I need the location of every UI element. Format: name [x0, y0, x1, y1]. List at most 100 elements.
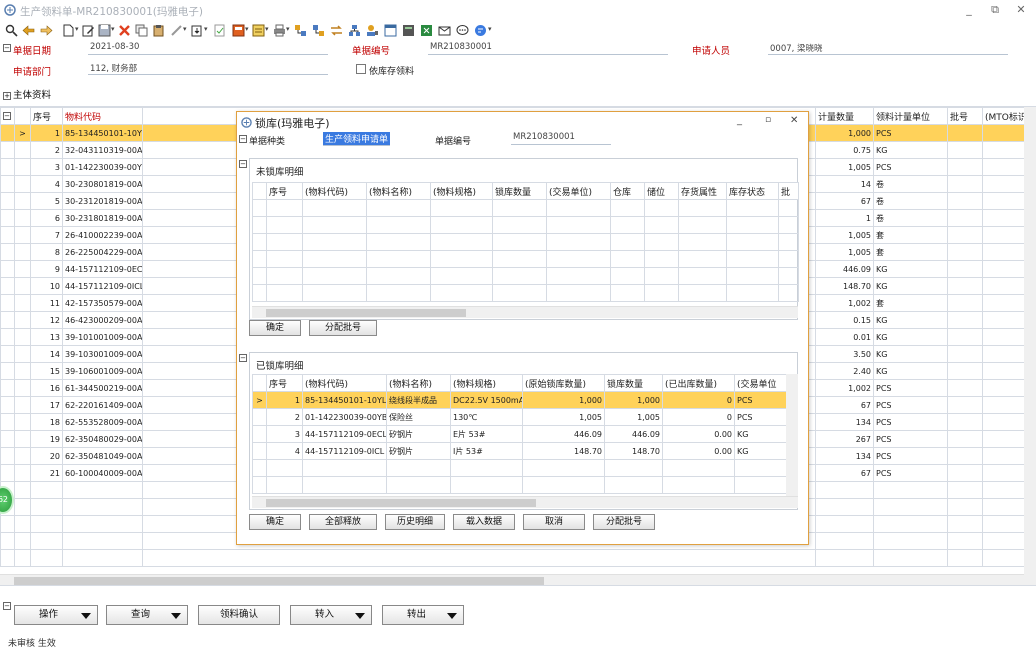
material-code[interactable]: 62-220161409-00A1 [62, 396, 143, 414]
locked-hscrollbar[interactable] [252, 496, 798, 508]
locked-orig-cell[interactable]: 1,005 [522, 408, 605, 426]
locked-name-cell[interactable]: 矽钢片 [386, 442, 451, 460]
hscroll-thumb[interactable] [14, 577, 544, 585]
unit-cell[interactable]: 套 [873, 243, 948, 261]
table-row[interactable]: 2 01-142230039-00YB 保险丝 130℃ 1,005 1,005 0 PCS [252, 408, 787, 426]
network-icon[interactable] [348, 24, 361, 37]
material-code[interactable]: 62-350480029-00A1 [62, 430, 143, 448]
qty-cell[interactable]: 1,005 [815, 226, 874, 244]
cancel-button[interactable]: 取消 [523, 514, 585, 530]
excel-icon[interactable] [420, 24, 433, 37]
locked-lock-cell[interactable]: 1,005 [604, 408, 663, 426]
locked-code-cell[interactable]: 44-157112109-0ICL [302, 442, 387, 460]
search-icon[interactable] [5, 24, 18, 37]
locked-lock-cell[interactable]: 1,000 [604, 391, 663, 409]
chevron-down-icon[interactable]: ▾ [488, 25, 492, 33]
col-header[interactable]: 仓库 [610, 182, 645, 200]
minimize-button[interactable]: _ [960, 3, 978, 16]
flow-back-icon[interactable] [312, 24, 325, 37]
locked-out-cell[interactable]: 0 [662, 391, 735, 409]
report-icon[interactable] [252, 24, 265, 37]
collapse-toggle-icon[interactable]: − [3, 44, 11, 52]
dialog-close-button[interactable]: ✕ [790, 115, 798, 126]
grid-corner[interactable]: − [0, 107, 15, 125]
dept-field[interactable]: 112, 财务部 [88, 62, 328, 75]
qty-cell[interactable]: 0.75 [815, 141, 874, 159]
applicant-field[interactable]: 0007, 梁晓晓 [768, 42, 1008, 55]
locked-out-cell[interactable]: 0 [662, 408, 735, 426]
unit-cell[interactable]: PCS [873, 379, 948, 397]
unlocked-ok-button[interactable]: 确定 [249, 320, 301, 336]
col-header[interactable]: 序号 [30, 107, 63, 125]
close-button[interactable]: ✕ [1012, 3, 1030, 16]
printer-icon[interactable] [273, 24, 286, 37]
unit-cell[interactable]: PCS [873, 396, 948, 414]
qty-cell[interactable]: 1,002 [815, 294, 874, 312]
col-header[interactable]: (交易单位 [734, 374, 787, 392]
book-icon[interactable] [232, 24, 245, 37]
confirm-button[interactable]: 领料确认 [198, 605, 280, 625]
collapse-toggle-icon[interactable]: − [3, 601, 11, 610]
col-header[interactable]: 序号 [266, 374, 303, 392]
unit-cell[interactable]: 套 [873, 226, 948, 244]
type-field[interactable]: 生产领料申请单 [323, 132, 391, 146]
col-header[interactable]: 批号 [947, 107, 983, 125]
import-icon[interactable] [191, 24, 204, 37]
locked-name-cell[interactable]: 绕线段半成品 [386, 391, 451, 409]
dialog-billno-field[interactable]: MR210830001 [511, 132, 611, 145]
material-code[interactable]: 01-142230039-00YB [62, 158, 143, 176]
unit-cell[interactable]: PCS [873, 430, 948, 448]
locked-orig-cell[interactable]: 1,000 [522, 391, 605, 409]
qty-cell[interactable]: 14 [815, 175, 874, 193]
chat-icon[interactable] [456, 24, 469, 37]
qty-cell[interactable]: 148.70 [815, 277, 874, 295]
collapse-toggle-icon[interactable]: − [3, 111, 11, 120]
qty-cell[interactable]: 0.15 [815, 311, 874, 329]
unlocked-alloc-button[interactable]: 分配批号 [309, 320, 377, 336]
locked-unit-cell[interactable]: PCS [734, 408, 787, 426]
restore-button[interactable]: ⧉ [986, 3, 1004, 17]
material-code[interactable]: 30-231201819-00A1 [62, 192, 143, 210]
material-code[interactable]: 32-043110319-00A1 [62, 141, 143, 159]
unit-cell[interactable]: 卷 [873, 209, 948, 227]
table-row[interactable]: 3 44-157112109-0ECL 矽钢片 E片 53# 446.09 446.09 0… [252, 425, 787, 443]
ok-button[interactable]: 确定 [249, 514, 301, 530]
locked-unit-cell[interactable]: PCS [734, 391, 787, 409]
calculator-icon[interactable] [402, 24, 415, 37]
collapse-toggle-icon[interactable]: − [239, 135, 247, 143]
footer-toggle[interactable]: − [3, 601, 13, 611]
material-code[interactable]: 46-423000209-00A1 [62, 311, 143, 329]
qty-cell[interactable]: 3.50 [815, 345, 874, 363]
unit-cell[interactable]: PCS [873, 447, 948, 465]
chevron-down-icon[interactable]: ▾ [204, 25, 208, 33]
qty-cell[interactable]: 67 [815, 396, 874, 414]
qty-cell[interactable]: 267 [815, 430, 874, 448]
qty-cell[interactable]: 1 [815, 209, 874, 227]
col-header[interactable]: (已出库数量) [662, 374, 735, 392]
link-icon[interactable] [170, 24, 183, 37]
arrow-right-icon[interactable] [40, 24, 53, 37]
locked-no-cell[interactable]: 3 [266, 425, 303, 443]
unit-cell[interactable]: KG [873, 328, 948, 346]
unit-cell[interactable]: PCS [873, 413, 948, 431]
locked-orig-cell[interactable]: 446.09 [522, 425, 605, 443]
qty-cell[interactable]: 67 [815, 464, 874, 482]
qty-cell[interactable]: 67 [815, 192, 874, 210]
chevron-down-icon[interactable]: ▾ [245, 25, 249, 33]
locked-code-cell[interactable]: 01-142230039-00YB [302, 408, 387, 426]
user-lock-icon[interactable] [366, 24, 379, 37]
new-document-icon[interactable] [62, 24, 75, 37]
table-row[interactable]: >1 85-134450101-10YL 绕线段半成品 DC22.5V 1500mA 1… [252, 391, 787, 409]
hscroll-thumb[interactable] [266, 499, 536, 507]
material-code[interactable]: 39-106001009-00A1 [62, 362, 143, 380]
locked-out-cell[interactable]: 0.00 [662, 442, 735, 460]
chevron-down-icon[interactable]: ▾ [286, 25, 290, 33]
qty-cell[interactable]: 1,005 [815, 158, 874, 176]
paste-icon[interactable] [152, 24, 165, 37]
col-header[interactable]: 储位 [644, 182, 679, 200]
col-header[interactable]: (物料名称) [366, 182, 431, 200]
main-hscrollbar[interactable] [0, 574, 1024, 585]
locked-vscrollbar[interactable] [786, 374, 798, 496]
flow-icon[interactable] [294, 24, 307, 37]
delete-icon[interactable] [118, 24, 131, 37]
